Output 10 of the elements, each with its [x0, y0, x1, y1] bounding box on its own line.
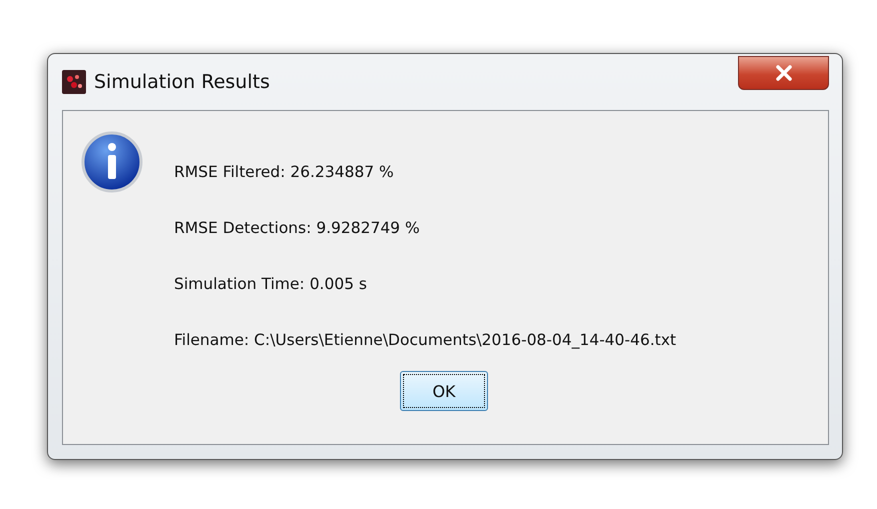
message-text: RMSE Filtered: 26.234887 % — [174, 163, 395, 183]
close-icon — [774, 65, 792, 81]
message-text: Simulation Time: 0.005 s — [174, 275, 368, 295]
app-icon — [62, 70, 86, 94]
info-icon — [81, 131, 143, 193]
ok-button[interactable]: OK — [400, 371, 488, 411]
message-text: RMSE Detections: 9.9282749 % — [174, 219, 421, 239]
message-text: Filename: C:\Users\Etienne\Documents\2016-08-04_14-40-46.txt — [174, 331, 676, 351]
close-button[interactable] — [738, 56, 829, 90]
window-title: Simulation Results — [94, 71, 270, 93]
